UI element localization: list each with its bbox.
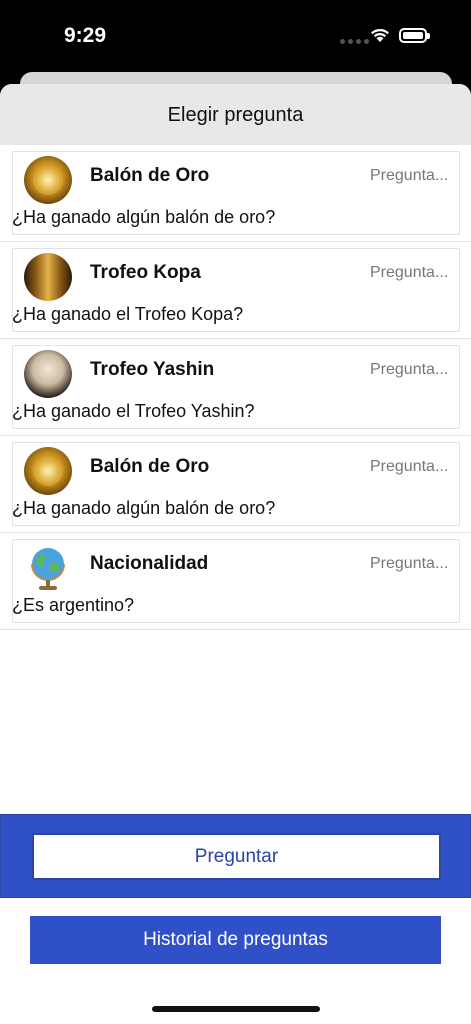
kopa-trophy-image — [24, 253, 72, 301]
ask-button-area: Preguntar — [0, 814, 471, 898]
question-title: Balón de Oro — [90, 456, 210, 477]
ask-button[interactable]: Preguntar — [32, 833, 441, 880]
question-title: Trofeo Kopa — [90, 262, 201, 283]
question-history-button[interactable]: Historial de preguntas — [30, 916, 441, 964]
question-text: ¿Es argentino? — [12, 595, 135, 615]
question-row[interactable]: Nacionalidad Pregunta... ¿Es argentino? — [0, 533, 471, 630]
ballon-dor-trophy-image — [24, 156, 72, 204]
question-row[interactable]: Trofeo Kopa Pregunta... ¿Ha ganado el Tr… — [0, 242, 471, 339]
home-indicator[interactable] — [152, 1006, 320, 1012]
question-picker-sheet: Elegir pregunta Balón de Oro Pregunta...… — [0, 84, 471, 1024]
question-row[interactable]: Balón de Oro Pregunta... ¿Ha ganado algú… — [0, 436, 471, 533]
question-row[interactable]: Trofeo Yashin Pregunta... ¿Ha ganado el … — [0, 339, 471, 436]
sheet-header: Elegir pregunta — [0, 84, 471, 145]
status-bar: 9:29 — [0, 0, 471, 70]
yashin-trophy-image — [24, 350, 72, 398]
question-title: Nacionalidad — [90, 553, 209, 574]
question-text: ¿Ha ganado el Trofeo Yashin? — [12, 401, 255, 421]
question-tag: Pregunta... — [370, 167, 449, 184]
question-tag: Pregunta... — [370, 458, 449, 475]
wifi-icon — [371, 28, 389, 42]
question-title: Trofeo Yashin — [90, 359, 215, 380]
question-text: ¿Ha ganado el Trofeo Kopa? — [12, 304, 244, 324]
question-text: ¿Ha ganado algún balón de oro? — [12, 207, 276, 227]
question-tag: Pregunta... — [370, 264, 449, 281]
question-title: Balón de Oro — [90, 165, 210, 186]
battery-icon — [399, 28, 430, 43]
status-time: 9:29 — [64, 24, 107, 47]
question-tag: Pregunta... — [370, 555, 449, 572]
ballon-dor-trophy-image — [24, 447, 72, 495]
globe-icon — [24, 544, 72, 592]
question-tag: Pregunta... — [370, 361, 449, 378]
cellular-signal-icon — [340, 39, 369, 44]
question-row[interactable]: Balón de Oro Pregunta... ¿Ha ganado algú… — [0, 145, 471, 242]
question-list[interactable]: Balón de Oro Pregunta... ¿Ha ganado algú… — [0, 145, 471, 630]
question-text: ¿Ha ganado algún balón de oro? — [12, 498, 276, 518]
sheet-title: Elegir pregunta — [167, 104, 304, 126]
